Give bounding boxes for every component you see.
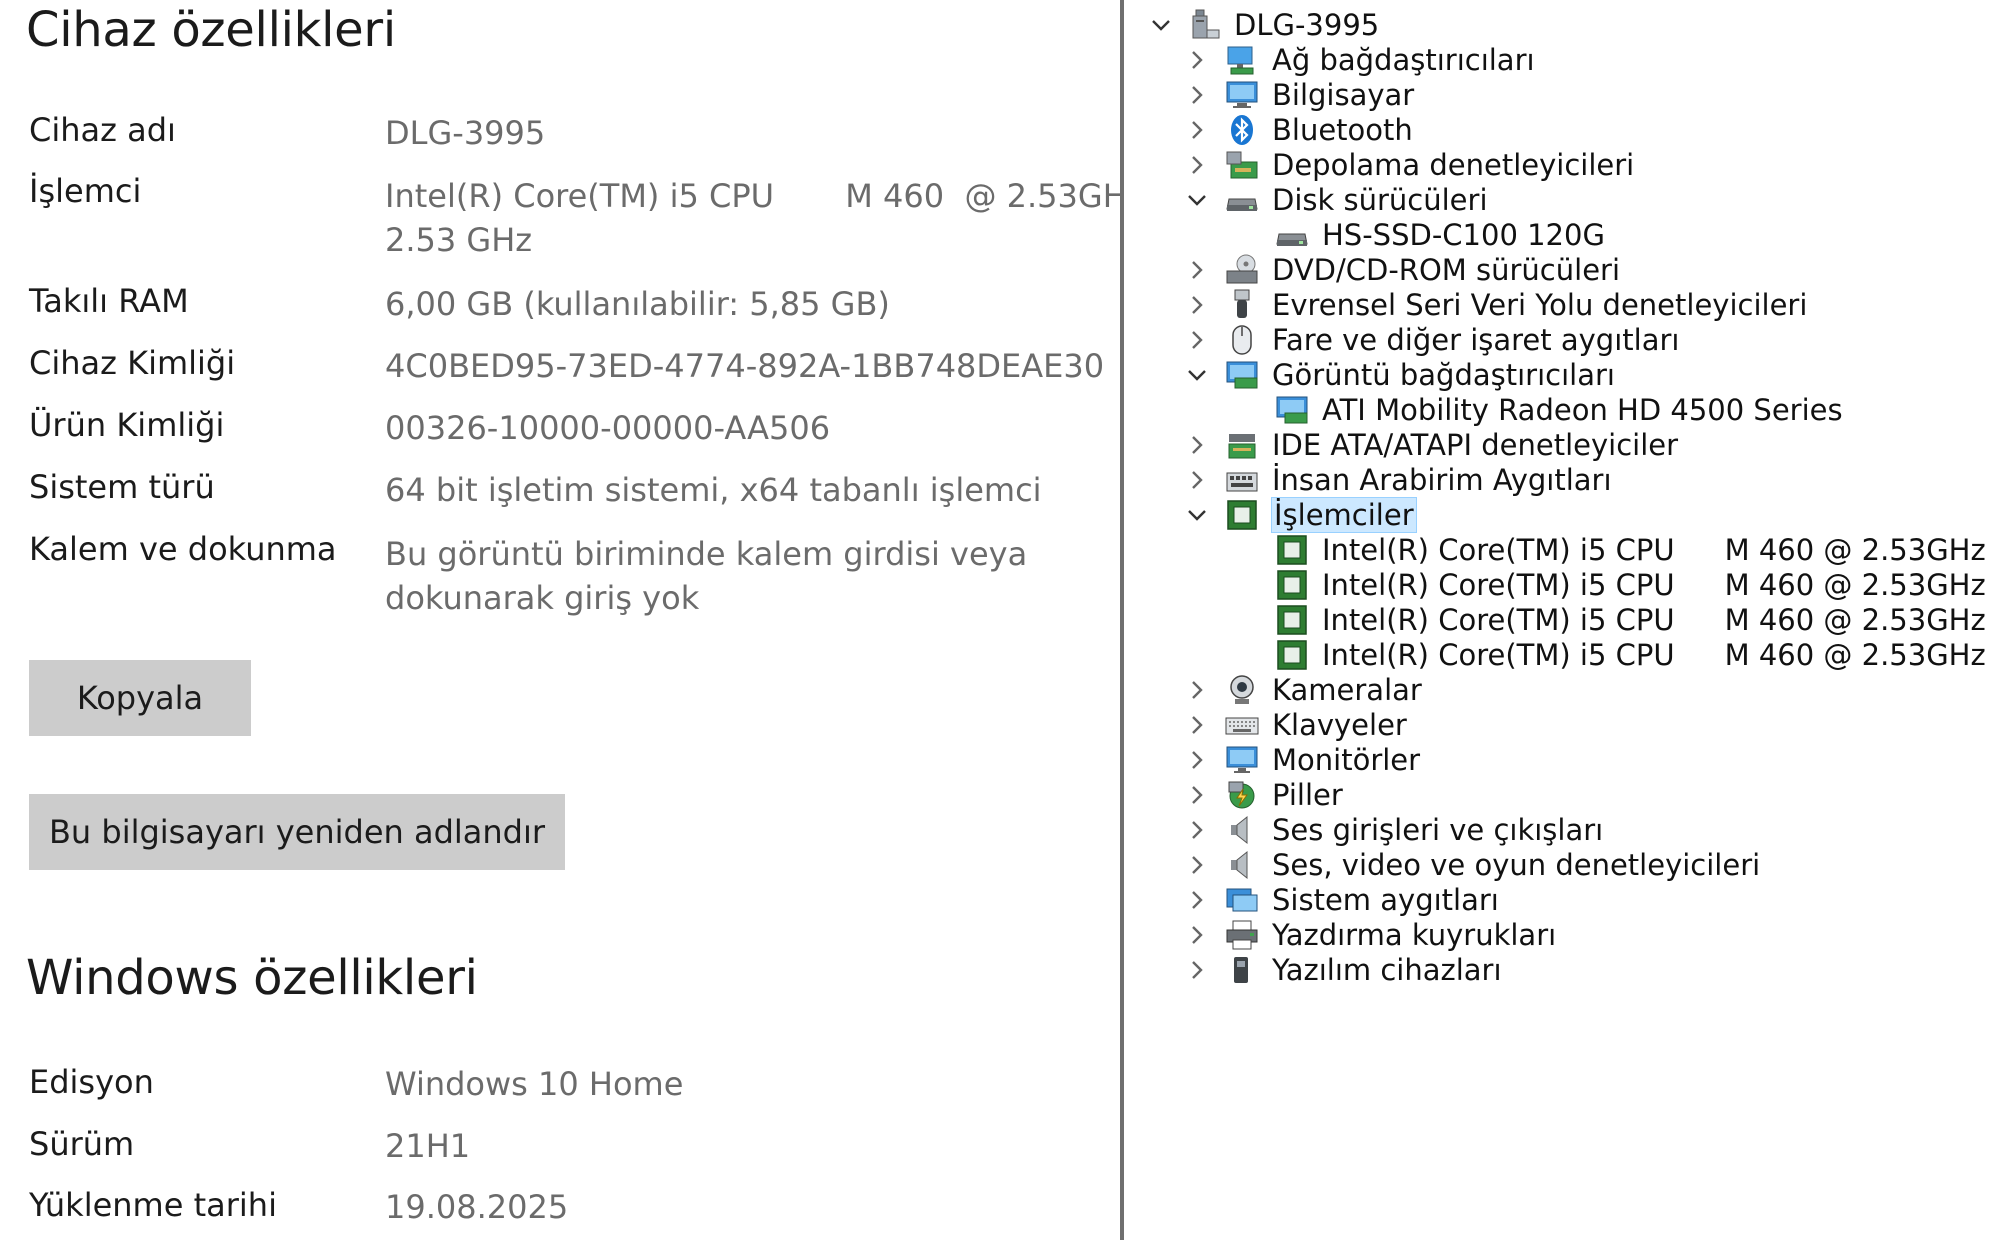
windows-specs-heading: Windows özellikleri xyxy=(26,950,478,1006)
tree-item-label: Intel(R) Core(TM) i5 CPU xyxy=(1322,568,1675,602)
device-manager-tree: DLG-3995 Ağ bağdaştırıcıları Bilgisayar Bl… xyxy=(1120,0,2000,1240)
processor-value: Intel(R) Core(TM) i5 CPU M 460 @ 2.53GHz xyxy=(385,177,1144,215)
install-date-label: Yüklenme tarihi xyxy=(29,1186,277,1224)
disk-drive-icon xyxy=(1274,217,1310,253)
tree-item-label: Piller xyxy=(1272,778,1343,812)
usb-icon xyxy=(1224,287,1260,323)
tree-item-label: Monitörler xyxy=(1272,743,1421,777)
tree-item-label-model: M 460 @ 2.53GHz xyxy=(1724,638,1986,672)
device-id-label: Cihaz Kimliği xyxy=(29,344,236,382)
speaker-icon xyxy=(1224,812,1260,848)
tree-item-label-model: M 460 @ 2.53GHz xyxy=(1724,603,1986,637)
tree-item-label: Bluetooth xyxy=(1272,113,1413,147)
disk-drive-icon xyxy=(1224,182,1260,218)
tree-item-label: IDE ATA/ATAPI denetleyiciler xyxy=(1272,428,1679,462)
keyboard-icon xyxy=(1224,707,1260,743)
edition-value: Windows 10 Home xyxy=(385,1065,684,1103)
software-device-icon xyxy=(1224,952,1260,988)
tree-item-label: Intel(R) Core(TM) i5 CPU xyxy=(1322,533,1675,567)
system-type-label: Sistem türü xyxy=(29,468,215,506)
printer-icon xyxy=(1224,917,1260,953)
tree-item-label: ATI Mobility Radeon HD 4500 Series xyxy=(1322,393,1843,427)
installed-ram-label: Takılı RAM xyxy=(29,282,189,320)
tree-item-label: Yazdırma kuyrukları xyxy=(1272,918,1557,952)
installed-ram-value: 6,00 GB (kullanılabilir: 5,85 GB) xyxy=(385,285,890,323)
computer-icon xyxy=(1224,77,1260,113)
pen-touch-label: Kalem ve dokunma xyxy=(29,530,337,568)
tree-item-label: Intel(R) Core(TM) i5 CPU xyxy=(1322,603,1675,637)
edition-label: Edisyon xyxy=(29,1063,154,1101)
tree-item-label: Klavyeler xyxy=(1272,708,1407,742)
tree-item-label: Disk sürücüleri xyxy=(1272,183,1488,217)
speaker-icon xyxy=(1224,847,1260,883)
battery-icon xyxy=(1224,777,1260,813)
tree-item-label: Depolama denetleyicileri xyxy=(1272,148,1635,182)
install-date-value: 19.08.2025 xyxy=(385,1188,569,1226)
processor-icon xyxy=(1224,497,1260,533)
product-id-value: 00326-10000-00000-AA506 xyxy=(385,409,831,447)
tree-item-label: Sistem aygıtları xyxy=(1272,883,1499,917)
rename-pc-button[interactable]: Bu bilgisayarı yeniden adlandır xyxy=(29,794,565,870)
ide-controller-icon xyxy=(1224,427,1260,463)
network-adapter-icon xyxy=(1224,42,1260,78)
copy-button[interactable]: Kopyala xyxy=(29,660,251,736)
tree-item-label: Ağ bağdaştırıcıları xyxy=(1272,43,1535,77)
system-type-value: 64 bit işletim sistemi, x64 tabanlı işle… xyxy=(385,471,1042,509)
monitor-icon xyxy=(1224,742,1260,778)
tree-item-label: İşlemciler xyxy=(1271,497,1417,533)
processor-icon xyxy=(1274,532,1310,568)
display-adapter-icon xyxy=(1274,392,1310,428)
chevron-down-icon[interactable] xyxy=(1180,354,1214,396)
tree-item-label: Ses, video ve oyun denetleyicileri xyxy=(1272,848,1761,882)
tree-item-label: Yazılım cihazları xyxy=(1272,953,1502,987)
bluetooth-icon xyxy=(1224,112,1260,148)
version-label: Sürüm xyxy=(29,1125,135,1163)
device-id-value: 4C0BED95-73ED-4774-892A-1BB748DEAE30 xyxy=(385,347,1105,385)
device-name-value: DLG-3995 xyxy=(385,114,546,152)
tree-item-label-model: M 460 @ 2.53GHz xyxy=(1724,568,1986,602)
tree-item-label: HS-SSD-C100 120G xyxy=(1322,218,1605,252)
chevron-down-icon[interactable] xyxy=(1180,179,1214,221)
tree-item-label: Ses girişleri ve çıkışları xyxy=(1272,813,1604,847)
pen-touch-value: Bu görüntü biriminde kalem girdisi veya xyxy=(385,535,1028,573)
tree-root-label: DLG-3995 xyxy=(1234,8,1380,42)
tree-item-label: İnsan Arabirim Aygıtları xyxy=(1272,463,1612,497)
processor-icon xyxy=(1274,567,1310,603)
tree-category-yazilim-cihazlari[interactable]: Yazılım cihazları xyxy=(1224,949,1502,991)
device-specs-heading: Cihaz özellikleri xyxy=(26,2,396,58)
tree-item-label: DVD/CD-ROM sürücüleri xyxy=(1272,253,1621,287)
tree-item-label: Evrensel Seri Veri Yolu denetleyicileri xyxy=(1272,288,1808,322)
processor-value-speed: 2.53 GHz xyxy=(385,221,533,259)
system-devices-icon xyxy=(1224,882,1260,918)
tree-item-label: Fare ve diğer işaret aygıtları xyxy=(1272,323,1680,357)
storage-controller-icon xyxy=(1224,147,1260,183)
computer-tower-icon xyxy=(1186,7,1222,43)
camera-icon xyxy=(1224,672,1260,708)
chevron-right-icon[interactable] xyxy=(1180,949,1214,991)
processor-label: İşlemci xyxy=(29,172,142,210)
chevron-down-icon[interactable] xyxy=(1180,494,1214,536)
tree-item-label: Kameralar xyxy=(1272,673,1422,707)
settings-about-panel: Cihaz özellikleri Cihaz adı DLG-3995 İşl… xyxy=(0,0,1144,1240)
mouse-icon xyxy=(1224,322,1260,358)
processor-icon xyxy=(1274,637,1310,673)
dvd-drive-icon xyxy=(1224,252,1260,288)
chevron-down-icon[interactable] xyxy=(1144,4,1178,46)
processor-icon xyxy=(1274,602,1310,638)
display-adapter-icon xyxy=(1224,357,1260,393)
tree-item-label: Bilgisayar xyxy=(1272,78,1415,112)
version-value: 21H1 xyxy=(385,1127,471,1165)
product-id-label: Ürün Kimliği xyxy=(29,406,225,444)
tree-item-label: Görüntü bağdaştırıcıları xyxy=(1272,358,1615,392)
hid-icon xyxy=(1224,462,1260,498)
pen-touch-value-line2: dokunarak giriş yok xyxy=(385,579,700,617)
tree-item-label-model: M 460 @ 2.53GHz xyxy=(1724,533,1986,567)
device-name-label: Cihaz adı xyxy=(29,111,176,149)
tree-item-label: Intel(R) Core(TM) i5 CPU xyxy=(1322,638,1675,672)
